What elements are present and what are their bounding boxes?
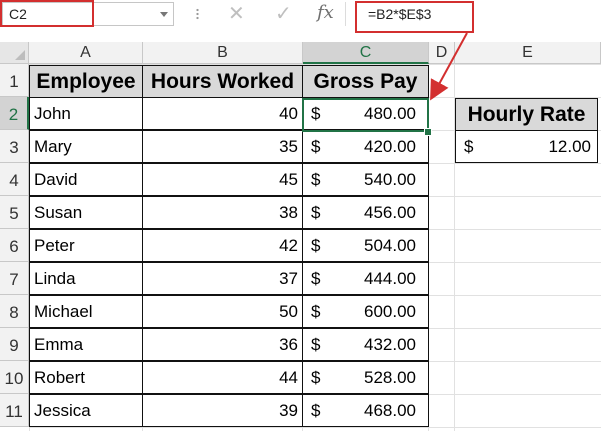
gross-pay-cell[interactable]: $444.00: [302, 262, 429, 295]
hours-cell[interactable]: 38: [142, 196, 303, 229]
function-icon[interactable]: fx: [317, 3, 334, 23]
hourly-rate-value: 12.00: [548, 137, 591, 156]
hours-cell[interactable]: 44: [142, 361, 303, 394]
enter-icon[interactable]: ✓: [275, 4, 292, 24]
gross-pay-cell[interactable]: $504.00: [302, 229, 429, 262]
currency-symbol: $: [311, 203, 321, 222]
employee-cell[interactable]: John: [29, 97, 143, 130]
currency-symbol: $: [311, 170, 321, 189]
header-cell-employee[interactable]: Employee: [29, 65, 143, 98]
employee-cell[interactable]: Emma: [29, 328, 143, 361]
employee-cell[interactable]: Peter: [29, 229, 143, 262]
currency-symbol: $: [311, 104, 321, 123]
name-box[interactable]: C2: [2, 2, 174, 26]
row-header[interactable]: 9: [0, 328, 29, 361]
row-header[interactable]: 1: [0, 64, 29, 97]
formula-bar: C2 ✕ ✓ fx =B2*$E$3: [0, 0, 601, 38]
row-header[interactable]: 8: [0, 295, 29, 328]
currency-symbol: $: [311, 368, 321, 387]
row-header[interactable]: 3: [0, 130, 29, 163]
hours-cell[interactable]: 50: [142, 295, 303, 328]
formula-bar-grip[interactable]: [196, 8, 199, 20]
gross-pay-cell[interactable]: $468.00: [302, 394, 429, 427]
employee-cell[interactable]: Michael: [29, 295, 143, 328]
gross-pay-value: 600.00: [364, 302, 416, 321]
hours-cell[interactable]: 37: [142, 262, 303, 295]
row-header[interactable]: 5: [0, 196, 29, 229]
row-header[interactable]: 6: [0, 229, 29, 262]
header-cell-hours-worked[interactable]: Hours Worked: [142, 65, 303, 98]
column-header-d[interactable]: D: [429, 42, 455, 64]
header-cell-hourly-rate[interactable]: Hourly Rate: [455, 98, 598, 131]
select-all-icon: [15, 50, 25, 60]
gross-pay-value: 456.00: [364, 203, 416, 222]
row-header[interactable]: 4: [0, 163, 29, 196]
currency-symbol: $: [311, 137, 321, 156]
cancel-icon[interactable]: ✕: [228, 4, 245, 24]
name-box-value: C2: [9, 6, 27, 22]
gross-pay-value: 528.00: [364, 368, 416, 387]
row-header[interactable]: 11: [0, 394, 29, 427]
hours-cell[interactable]: 42: [142, 229, 303, 262]
formula-text: =B2*$E$3: [368, 6, 432, 22]
header-cell-gross-pay[interactable]: Gross Pay: [302, 65, 429, 98]
row-header[interactable]: 10: [0, 361, 29, 394]
currency-symbol: $: [464, 137, 474, 156]
column-header-c[interactable]: C: [303, 42, 429, 64]
gross-pay-cell[interactable]: $432.00: [302, 328, 429, 361]
gross-pay-value: 504.00: [364, 236, 416, 255]
column-header-b[interactable]: B: [143, 42, 303, 64]
currency-symbol: $: [311, 302, 321, 321]
select-all-button[interactable]: [0, 42, 29, 64]
hours-cell[interactable]: 35: [142, 130, 303, 163]
row-header[interactable]: 2: [0, 97, 29, 130]
chevron-down-icon[interactable]: [160, 12, 168, 17]
column-header-e[interactable]: E: [455, 42, 601, 64]
hours-cell[interactable]: 45: [142, 163, 303, 196]
gross-pay-cell[interactable]: $456.00: [302, 196, 429, 229]
gross-pay-cell[interactable]: $600.00: [302, 295, 429, 328]
employee-cell[interactable]: Linda: [29, 262, 143, 295]
employee-cell[interactable]: David: [29, 163, 143, 196]
employee-cell[interactable]: Susan: [29, 196, 143, 229]
gross-pay-cell[interactable]: $540.00: [302, 163, 429, 196]
gross-pay-value: 444.00: [364, 269, 416, 288]
fill-handle[interactable]: [424, 128, 432, 136]
gross-pay-cell[interactable]: $420.00: [302, 130, 429, 163]
employee-cell[interactable]: Mary: [29, 130, 143, 163]
currency-symbol: $: [311, 401, 321, 420]
gross-pay-value: 420.00: [364, 137, 416, 156]
employee-cell[interactable]: Jessica: [29, 394, 143, 427]
gross-pay-value: 468.00: [364, 401, 416, 420]
gross-pay-value: 432.00: [364, 335, 416, 354]
row-header[interactable]: 7: [0, 262, 29, 295]
gross-pay-cell[interactable]: $480.00: [302, 97, 429, 130]
currency-symbol: $: [311, 335, 321, 354]
gross-pay-value: 540.00: [364, 170, 416, 189]
column-header-a[interactable]: A: [29, 42, 143, 64]
currency-symbol: $: [311, 269, 321, 288]
gross-pay-value: 480.00: [364, 104, 416, 123]
hours-cell[interactable]: 39: [142, 394, 303, 427]
employee-cell[interactable]: Robert: [29, 361, 143, 394]
hours-cell[interactable]: 40: [142, 97, 303, 130]
hourly-rate-cell[interactable]: $ 12.00: [455, 130, 598, 163]
hours-cell[interactable]: 36: [142, 328, 303, 361]
gross-pay-cell[interactable]: $528.00: [302, 361, 429, 394]
currency-symbol: $: [311, 236, 321, 255]
